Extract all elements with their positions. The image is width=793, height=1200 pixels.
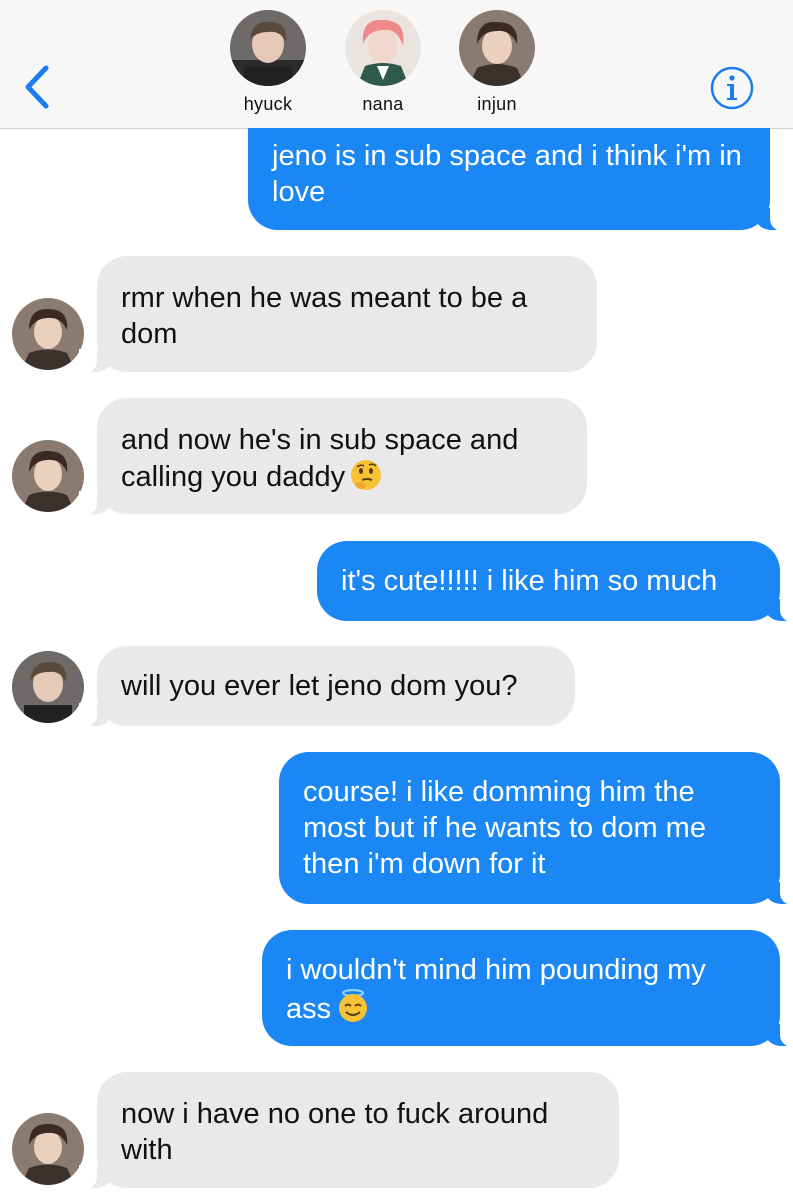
message-text: now i have no one to fuck around with — [121, 1098, 549, 1166]
message-text: and now he's in sub space and calling yo… — [121, 424, 519, 493]
message-text: rmr when he was meant to be a dom — [121, 282, 528, 350]
received-message[interactable]: and now he's in sub space and calling yo… — [79, 398, 587, 515]
sent-message[interactable]: course! i like domming him the most but … — [279, 752, 793, 905]
sender-avatar[interactable] — [12, 440, 84, 512]
sent-message[interactable]: it's cute!!!!! i like him so much — [317, 541, 793, 622]
message-text: course! i like domming him the most but … — [303, 776, 706, 880]
thinking-face-emoji — [349, 458, 383, 501]
message-text: jeno is in sub space and i think i'm in … — [272, 140, 742, 208]
received-message[interactable]: now i have no one to fuck around with — [79, 1072, 619, 1189]
message-text: will you ever let jeno dom you? — [121, 670, 518, 702]
message-text: it's cute!!!!! i like him so much — [341, 565, 718, 597]
message-thread: jeno is in sub space and i think i'm in … — [0, 0, 793, 1200]
sender-avatar[interactable] — [12, 298, 84, 370]
received-message[interactable]: will you ever let jeno dom you? — [79, 646, 575, 727]
sender-avatar[interactable] — [12, 1113, 84, 1185]
smiling-face-with-halo-emoji — [335, 988, 371, 1033]
received-message[interactable]: rmr when he was meant to be a dom — [79, 256, 597, 373]
sender-avatar[interactable] — [12, 651, 84, 723]
sent-message[interactable]: jeno is in sub space and i think i'm in … — [248, 128, 788, 231]
sent-message[interactable]: i wouldn't mind him pounding my ass — [262, 930, 793, 1047]
